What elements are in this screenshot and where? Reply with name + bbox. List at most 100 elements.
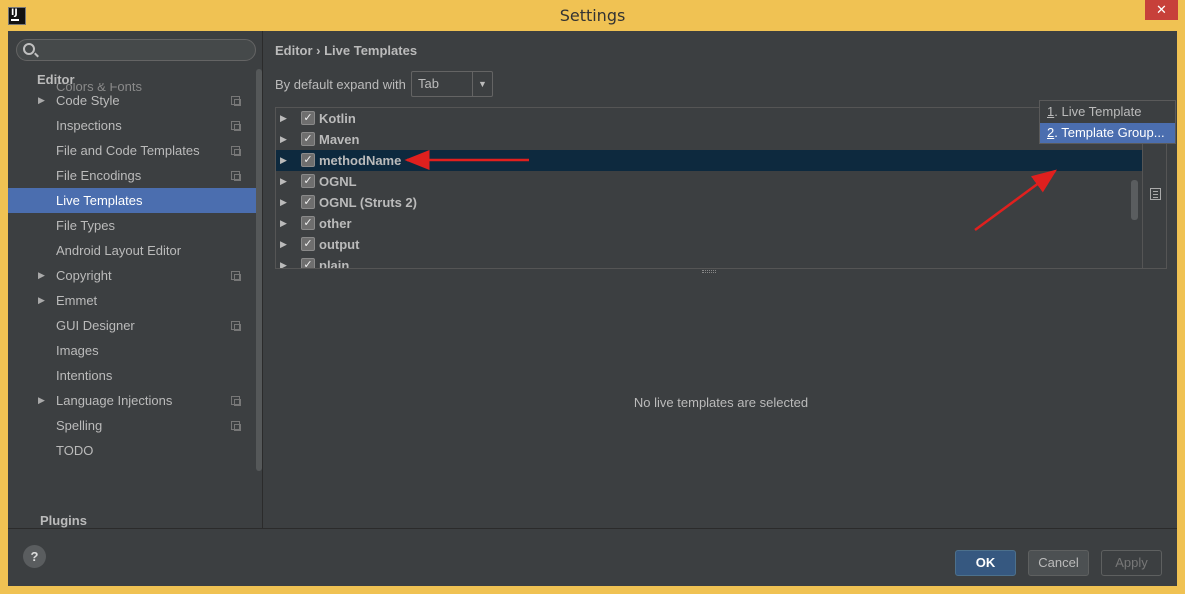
sidebar-item-inspections[interactable]: Inspections bbox=[8, 113, 256, 138]
sidebar-item-file-and-code-templates[interactable]: File and Code Templates bbox=[8, 138, 256, 163]
cancel-button[interactable]: Cancel bbox=[1028, 550, 1089, 576]
window-title: Settings bbox=[559, 6, 626, 25]
expand-arrow-icon[interactable]: ▶ bbox=[38, 263, 45, 288]
sidebar-item-label: Copyright bbox=[56, 268, 112, 283]
sidebar-item-code-style[interactable]: ▶ Code Style bbox=[8, 88, 256, 113]
enabled-checkbox[interactable]: ✓ bbox=[301, 111, 315, 125]
breadcrumb: Editor › Live Templates bbox=[275, 43, 418, 58]
enabled-checkbox[interactable]: ✓ bbox=[301, 216, 315, 230]
template-group-label: Maven bbox=[319, 132, 360, 147]
expand-arrow-icon[interactable]: ▶ bbox=[280, 234, 287, 255]
project-settings-icon bbox=[231, 171, 241, 181]
project-settings-icon bbox=[231, 146, 241, 156]
settings-window: IJ Settings ✕ Colors & Fonts Editor ▶ Cod… bbox=[0, 0, 1185, 594]
enabled-checkbox[interactable]: ✓ bbox=[301, 237, 315, 251]
menu-item-template-group[interactable]: 2. Template Group... bbox=[1040, 123, 1175, 143]
splitter-handle[interactable] bbox=[702, 270, 716, 273]
sidebar-item-label: File and Code Templates bbox=[56, 143, 200, 158]
settings-sidebar: Colors & Fonts Editor ▶ Code Style Inspect… bbox=[8, 31, 263, 528]
sidebar-item-file-types[interactable]: File Types bbox=[8, 213, 256, 238]
enabled-checkbox[interactable]: ✓ bbox=[301, 153, 315, 167]
template-group-row[interactable]: ▶ ✓ Kotlin bbox=[276, 108, 1142, 129]
template-group-label: OGNL bbox=[319, 174, 357, 189]
enabled-checkbox[interactable]: ✓ bbox=[301, 195, 315, 209]
sidebar-item-label: Intentions bbox=[56, 368, 113, 383]
sidebar-scrollbar[interactable] bbox=[256, 69, 262, 471]
sidebar-item-todo[interactable]: TODO bbox=[8, 438, 256, 463]
sidebar-item-label: File Types bbox=[56, 218, 116, 233]
expand-with-label: By default expand with bbox=[275, 77, 406, 92]
sidebar-item-label: TODO bbox=[56, 443, 94, 458]
close-button[interactable]: ✕ bbox=[1145, 0, 1178, 20]
sidebar-item-plugins[interactable]: Plugins bbox=[8, 508, 256, 528]
expand-arrow-icon[interactable]: ▶ bbox=[280, 129, 287, 150]
expand-with-value: Tab bbox=[418, 76, 439, 91]
ok-button[interactable]: OK bbox=[955, 550, 1016, 576]
tree-heading-editor[interactable]: Editor bbox=[37, 72, 75, 87]
sidebar-item-file-encodings[interactable]: File Encodings bbox=[8, 163, 256, 188]
enabled-checkbox[interactable]: ✓ bbox=[301, 132, 315, 146]
sidebar-item-label: File Encodings bbox=[56, 168, 142, 183]
help-button[interactable]: ? bbox=[23, 545, 46, 568]
expand-arrow-icon[interactable]: ▶ bbox=[280, 213, 287, 234]
expand-with-select[interactable]: Tab ▼ bbox=[411, 71, 493, 97]
sidebar-item-intentions[interactable]: Intentions bbox=[8, 363, 256, 388]
sidebar-item-label: Android Layout Editor bbox=[56, 243, 182, 258]
empty-state-message: No live templates are selected bbox=[633, 395, 809, 410]
template-group-label: plain bbox=[319, 258, 350, 269]
sidebar-item-label: Live Templates bbox=[56, 193, 143, 208]
enabled-checkbox[interactable]: ✓ bbox=[301, 258, 315, 268]
template-group-row[interactable]: ▶ ✓ output bbox=[276, 234, 1142, 255]
sidebar-item-copyright[interactable]: ▶ Copyright bbox=[8, 263, 256, 288]
sidebar-item-live-templates[interactable]: Live Templates bbox=[8, 188, 256, 213]
title-bar: IJ Settings ✕ bbox=[0, 0, 1185, 31]
sidebar-item-emmet[interactable]: ▶ Emmet bbox=[8, 288, 256, 313]
template-group-label: methodName bbox=[319, 153, 402, 168]
edit-variables-icon[interactable] bbox=[1150, 188, 1161, 200]
expand-arrow-icon[interactable]: ▶ bbox=[280, 171, 287, 192]
sidebar-item-label: Language Injections bbox=[56, 393, 173, 408]
project-settings-icon bbox=[231, 96, 241, 106]
sidebar-item-spelling[interactable]: Spelling bbox=[8, 413, 256, 438]
sidebar-item-label: Emmet bbox=[56, 293, 98, 308]
dialog-body: Colors & Fonts Editor ▶ Code Style Inspect… bbox=[8, 31, 1177, 586]
sidebar-item-label: Images bbox=[56, 343, 99, 358]
expand-arrow-icon[interactable]: ▶ bbox=[38, 388, 45, 413]
template-group-label: OGNL (Struts 2) bbox=[319, 195, 417, 210]
template-group-row[interactable]: ▶ ✓ plain bbox=[276, 255, 1142, 269]
expand-arrow-icon[interactable]: ▶ bbox=[38, 88, 45, 113]
template-group-label: other bbox=[319, 216, 352, 231]
project-settings-icon bbox=[231, 271, 241, 281]
template-group-row[interactable]: ▶ ✓ methodName bbox=[276, 150, 1142, 171]
project-settings-icon bbox=[231, 421, 241, 431]
template-group-row[interactable]: ▶ ✓ OGNL bbox=[276, 171, 1142, 192]
sidebar-item-language-injections[interactable]: ▶ Language Injections bbox=[8, 388, 256, 413]
sidebar-item-android-layout-editor[interactable]: Android Layout Editor bbox=[8, 238, 256, 263]
enabled-checkbox[interactable]: ✓ bbox=[301, 174, 315, 188]
dialog-footer: ? OK Cancel Apply bbox=[8, 528, 1177, 586]
sidebar-item-label: GUI Designer bbox=[56, 318, 135, 333]
template-group-list: + ▶✓Kotlin▶✓Maven▶✓methodName▶✓OGNL▶✓OGN… bbox=[275, 107, 1167, 269]
sidebar-item-gui-designer[interactable]: GUI Designer bbox=[8, 313, 256, 338]
project-settings-icon bbox=[231, 321, 241, 331]
expand-arrow-icon[interactable]: ▶ bbox=[280, 150, 287, 171]
expand-arrow-icon[interactable]: ▶ bbox=[280, 108, 287, 129]
chevron-down-icon[interactable]: ▼ bbox=[472, 72, 492, 96]
sidebar-item-images[interactable]: Images bbox=[8, 338, 256, 363]
expand-arrow-icon[interactable]: ▶ bbox=[38, 288, 45, 313]
sidebar-item-label: Plugins bbox=[40, 513, 87, 528]
search-icon bbox=[23, 43, 35, 55]
expand-arrow-icon[interactable]: ▶ bbox=[280, 255, 287, 268]
project-settings-icon bbox=[231, 121, 241, 131]
sidebar-item-label: Inspections bbox=[56, 118, 122, 133]
sidebar-item-label: Code Style bbox=[56, 93, 120, 108]
expand-arrow-icon[interactable]: ▶ bbox=[280, 192, 287, 213]
sidebar-item-label: Spelling bbox=[56, 418, 103, 433]
template-group-label: output bbox=[319, 237, 360, 252]
template-group-row[interactable]: ▶ ✓ OGNL (Struts 2) bbox=[276, 192, 1142, 213]
apply-button[interactable]: Apply bbox=[1101, 550, 1162, 576]
menu-item-live-template[interactable]: 1. Live Template bbox=[1040, 102, 1175, 122]
template-group-row[interactable]: ▶ ✓ Maven bbox=[276, 129, 1142, 150]
template-group-row[interactable]: ▶ ✓ other bbox=[276, 213, 1142, 234]
search-input[interactable] bbox=[16, 39, 256, 61]
